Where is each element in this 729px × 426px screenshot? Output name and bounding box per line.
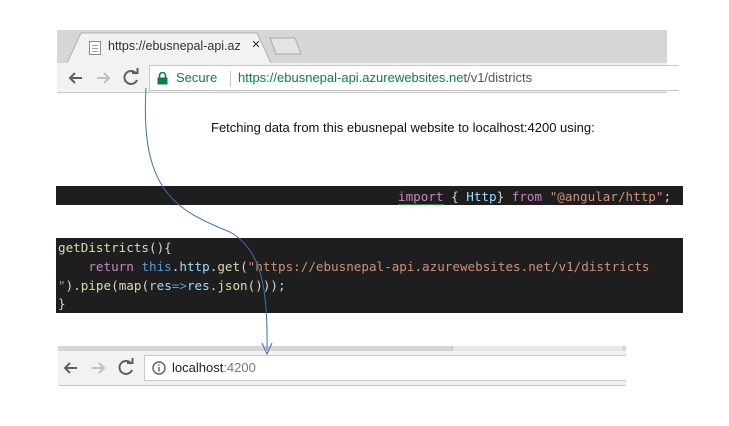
code-token: res <box>149 278 172 293</box>
code-token: { <box>443 189 467 204</box>
code-line-1: getDistricts(){ <box>58 239 172 258</box>
forward-arrow-icon[interactable] <box>92 67 114 89</box>
import-code-line: import { Http} from "@angular/http"; <box>398 188 671 207</box>
code-line-3: ").pipe(map(res=>res.json())); <box>58 277 286 296</box>
code-line-2: return this.http.get("https://ebusnepal-… <box>58 258 650 277</box>
address-bar[interactable]: localhost:4200 <box>144 355 626 381</box>
code-token: "@angular/http" <box>549 189 664 204</box>
bottom-browser-toolbar: localhost:4200 <box>58 351 626 386</box>
code-token: return <box>88 259 134 274</box>
reload-icon[interactable] <box>120 67 142 89</box>
code-token: json <box>217 278 248 293</box>
code-token: import <box>398 189 444 205</box>
back-arrow-icon[interactable] <box>60 357 82 379</box>
omnibox-divider <box>230 71 231 87</box>
tab-title: https://ebusnepal-api.azu <box>108 39 240 53</box>
code-token: ())); <box>247 278 286 293</box>
code-token: (){ <box>149 240 172 255</box>
url-host: localhost <box>172 360 224 375</box>
code-token: this <box>141 259 172 274</box>
code-token: " <box>58 278 66 293</box>
url-host: https://ebusnepal-api.azurewebsites.net <box>238 70 468 85</box>
code-token: "https://ebusnepal-api.azurewebsites.net… <box>247 259 650 274</box>
code-token: ( <box>141 278 150 293</box>
code-token: getDistricts <box>58 240 149 255</box>
info-icon[interactable] <box>152 361 166 375</box>
new-tab-button[interactable] <box>269 37 303 55</box>
url-text: https://ebusnepal-api.azurewebsites.net/… <box>238 70 532 85</box>
tab-close-icon[interactable]: × <box>248 36 264 54</box>
lock-icon <box>157 72 168 85</box>
forward-arrow-icon[interactable] <box>87 357 109 379</box>
url-port: :4200 <box>223 360 256 375</box>
top-browser-tabstrip: https://ebusnepal-api.azu × <box>57 30 667 63</box>
secure-label: Secure <box>176 70 218 85</box>
caption-text: Fetching data from this ebusnepal websit… <box>211 120 595 135</box>
code-token: map <box>118 278 142 293</box>
code-token: ; <box>663 189 672 204</box>
import-code-block: import { Http} from "@angular/http"; <box>56 186 683 205</box>
code-token: get <box>217 259 241 274</box>
code-token: ( <box>240 259 248 274</box>
url-path: /v1/districts <box>467 70 533 85</box>
code-token: pipe <box>80 278 112 293</box>
page-icon <box>89 41 101 55</box>
code-token: } <box>496 189 512 204</box>
code-token: ( <box>111 278 119 293</box>
back-arrow-icon[interactable] <box>65 67 87 89</box>
code-token: res <box>186 278 210 293</box>
code-token: } <box>58 296 66 311</box>
code-token: from <box>511 189 543 204</box>
code-token: http <box>179 259 210 274</box>
reload-icon[interactable] <box>115 357 137 379</box>
code-token: => <box>171 278 187 293</box>
url-text: localhost:4200 <box>172 360 256 375</box>
address-bar[interactable]: Secure https://ebusnepal-api.azurewebsit… <box>149 65 679 91</box>
top-browser-toolbar: Secure https://ebusnepal-api.azurewebsit… <box>57 63 679 93</box>
code-line-4: } <box>58 295 66 314</box>
code-token: Http <box>466 189 497 204</box>
code-token: ). <box>65 278 81 293</box>
method-code-block: getDistricts(){ return this.http.get("ht… <box>56 238 683 313</box>
